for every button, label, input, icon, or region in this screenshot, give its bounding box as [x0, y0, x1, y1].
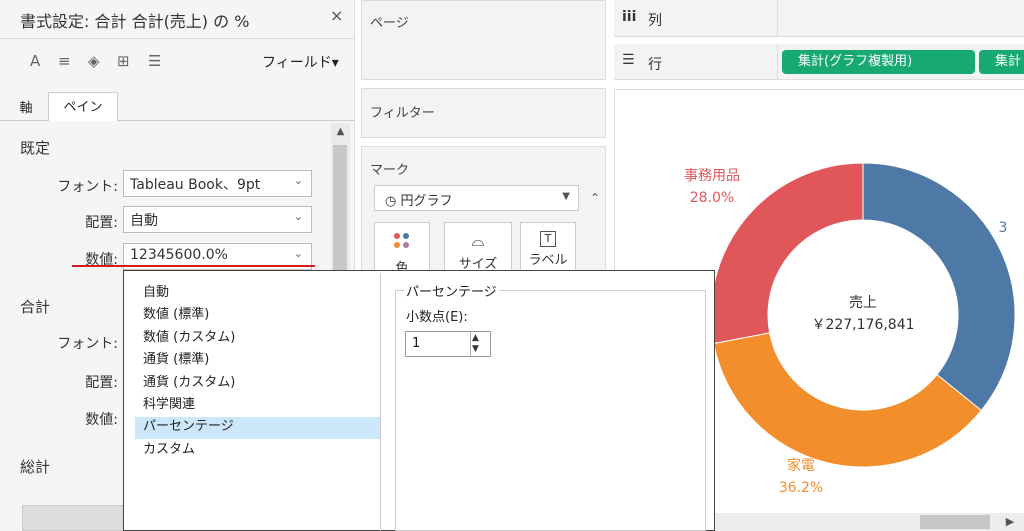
borders-icon[interactable]: ⊞	[117, 52, 130, 70]
center-title: 売上	[849, 295, 877, 311]
pages-title: ページ	[370, 16, 409, 31]
rows-pill[interactable]: 集計	[979, 50, 1024, 74]
format-option[interactable]: 通貨 (カスタム)	[143, 372, 235, 394]
marks-title: マーク	[370, 163, 410, 178]
font-dropdown[interactable]: Tableau Book、9pt ⌄	[123, 170, 312, 197]
mark-type-value: ◷ 円グラフ	[385, 194, 453, 209]
number-value: 12345600.0%	[130, 247, 228, 263]
format-option[interactable]: カスタム	[143, 439, 195, 461]
scrollbar-thumb[interactable]	[333, 145, 347, 270]
red-underline	[72, 265, 315, 267]
chevron-down-icon: ⌄	[293, 247, 303, 260]
spin-down-icon[interactable]: ▼	[472, 344, 479, 354]
format-option[interactable]: 科学関連	[143, 394, 195, 416]
tab-axis[interactable]: 軸	[6, 98, 46, 121]
label-button[interactable]: T ラベル	[520, 222, 576, 277]
font-format-icon[interactable]: A	[30, 52, 40, 70]
slice-value-label: 36.2%	[779, 480, 823, 496]
alignment-icon[interactable]: ≡	[58, 52, 71, 70]
pie-slice[interactable]	[862, 162, 1016, 412]
total-number-label: 数値:	[85, 412, 118, 428]
columns-label: 列	[648, 13, 662, 29]
slice-value-label: 28.0%	[690, 190, 734, 206]
label-icon: T	[540, 231, 556, 247]
mark-type-dropdown[interactable]: ◷ 円グラフ ▼	[374, 185, 579, 211]
divider	[380, 273, 381, 531]
font-value: Tableau Book、9pt	[130, 177, 261, 193]
group-title: パーセンテージ	[404, 281, 499, 300]
filters-card[interactable]: フィルター	[361, 88, 606, 138]
spin-up-icon[interactable]: ▲	[472, 333, 479, 343]
marks-scroll-up-icon[interactable]: ⌃	[590, 191, 600, 205]
lines-icon[interactable]: ☰	[148, 52, 161, 70]
total-align-label: 配置:	[85, 375, 118, 391]
decimal-label: 小数点(E):	[406, 310, 468, 325]
format-option[interactable]: パーセンテージ	[143, 416, 234, 438]
format-option[interactable]: 自動	[143, 282, 169, 304]
font-label: フォント:	[57, 179, 118, 195]
divider	[777, 0, 778, 37]
slice-name-label: 事務用品	[684, 168, 740, 184]
format-option[interactable]: 数値 (標準)	[143, 304, 209, 326]
rows-pill[interactable]: 集計(グラフ複製用)	[782, 50, 975, 74]
divider	[777, 44, 778, 80]
fields-dropdown[interactable]: フィールド▾	[262, 52, 339, 72]
total-font-label: フォント:	[57, 336, 118, 352]
scroll-right-icon[interactable]: ▶	[996, 513, 1024, 531]
section-default: 既定	[20, 139, 51, 157]
tab-pane[interactable]: ペイン	[48, 92, 118, 121]
format-option[interactable]: 数値 (カスタム)	[143, 327, 235, 349]
filters-title: フィルター	[370, 106, 435, 121]
columns-icon: iii	[622, 9, 637, 25]
size-button[interactable]: ⌓ サイズ	[444, 222, 512, 277]
close-icon[interactable]: ×	[330, 6, 343, 25]
chevron-down-icon: ▼	[562, 191, 570, 202]
shading-icon[interactable]: ◈	[88, 52, 100, 70]
format-option[interactable]: 通貨 (標準)	[143, 349, 209, 371]
chevron-down-icon: ⌄	[293, 174, 303, 187]
slice-value-label: 3	[999, 220, 1008, 236]
section-grand-total: 総計	[20, 458, 51, 476]
align-label: 配置:	[85, 215, 118, 231]
slice-name-label: 家電	[787, 457, 815, 474]
percentage-group	[395, 290, 706, 531]
label-label: ラベル	[528, 253, 568, 268]
rows-label: 行	[648, 57, 662, 73]
size-icon: ⌓	[471, 231, 485, 250]
align-value: 自動	[130, 213, 158, 229]
section-total: 合計	[20, 298, 51, 316]
scrollbar-thumb[interactable]	[920, 515, 990, 529]
chevron-down-icon: ⌄	[293, 210, 303, 223]
rows-icon: ☰	[622, 52, 635, 68]
center-value: ￥227,176,841	[811, 317, 914, 333]
divider	[0, 38, 355, 39]
pie-slice[interactable]	[713, 332, 983, 468]
format-pane-title: 書式設定: 合計 合計(売上) の %	[20, 12, 250, 31]
columns-shelf[interactable]	[614, 0, 1024, 37]
pages-card[interactable]: ページ	[361, 0, 606, 80]
color-icon	[394, 233, 409, 248]
align-dropdown[interactable]: 自動 ⌄	[123, 206, 312, 233]
scroll-up-icon[interactable]: ▲	[331, 123, 350, 141]
clear-button[interactable]	[22, 505, 126, 531]
color-button[interactable]: 色	[374, 222, 430, 277]
